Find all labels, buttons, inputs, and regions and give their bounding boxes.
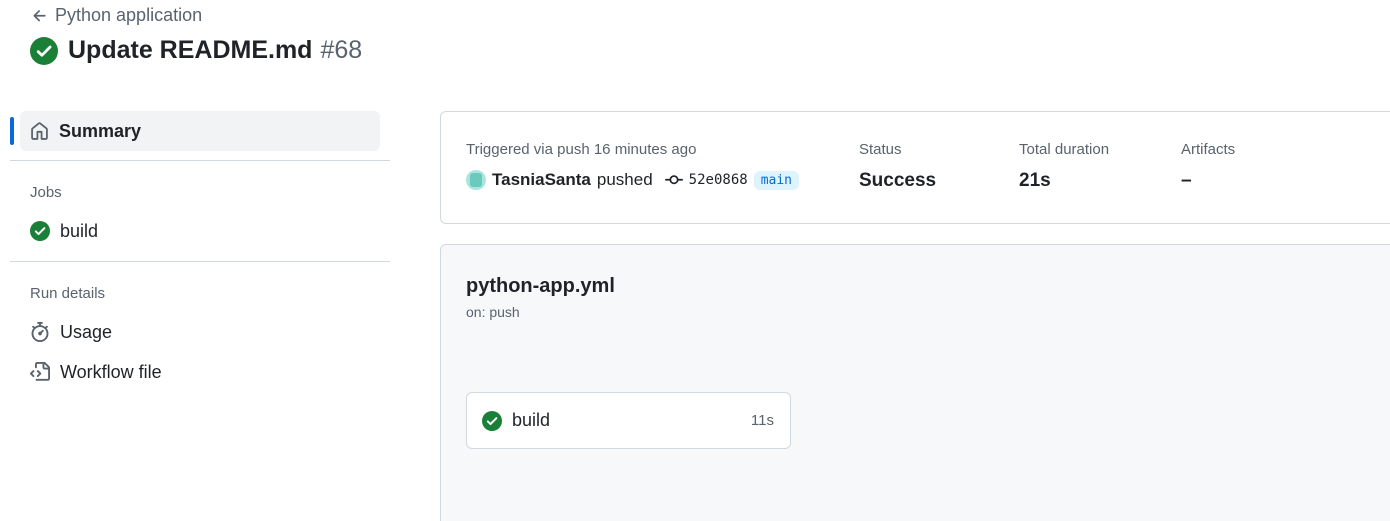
commit-sha-link[interactable]: 52e0868 <box>689 172 748 188</box>
file-code-icon <box>30 362 50 381</box>
push-info: TasniaSanta pushed 52e0868 main <box>466 170 799 190</box>
run-title: Update README.md <box>68 36 313 64</box>
run-number: #68 <box>320 36 363 64</box>
sidebar-item-label: Summary <box>59 120 142 141</box>
user-link[interactable]: TasniaSanta <box>492 170 591 190</box>
sidebar-divider <box>10 160 390 161</box>
sidebar-item-usage[interactable]: Usage <box>10 312 390 352</box>
avatar[interactable] <box>466 170 486 190</box>
sidebar-divider <box>10 261 390 262</box>
git-commit-icon <box>664 175 683 185</box>
arrow-left-icon <box>33 9 46 21</box>
check-circle-icon <box>30 36 58 65</box>
back-to-workflow-link[interactable]: Python application <box>31 5 202 26</box>
duration-label: Total duration <box>1019 141 1110 158</box>
workflow-graph-panel: python-app.yml on: push build 11s <box>440 244 1390 521</box>
home-icon <box>31 121 48 140</box>
push-action: pushed <box>596 170 653 189</box>
job-name: build <box>512 410 551 430</box>
sidebar-item-summary[interactable]: Summary <box>10 111 380 151</box>
status-label: Status <box>859 141 902 158</box>
check-circle-icon <box>482 410 502 431</box>
active-indicator <box>10 117 14 145</box>
sidebar-item-label: Workflow file <box>60 361 162 382</box>
workflow-file-name: python-app.yml <box>466 275 615 297</box>
sidebar-item-build-job[interactable]: build <box>10 211 390 251</box>
sidebar-item-workflow-file[interactable]: Workflow file <box>10 352 390 392</box>
job-duration: 11s <box>750 412 774 429</box>
sidebar-job-label: build <box>60 220 99 241</box>
run-sidebar: Summary Jobs build Run details Usage Wor… <box>10 111 390 392</box>
back-link-label: Python application <box>55 5 203 25</box>
run-title-row: Update README.md #68 <box>30 36 362 65</box>
job-card-build[interactable]: build 11s <box>466 392 791 449</box>
check-circle-icon <box>30 221 50 241</box>
artifacts-value: – <box>1181 170 1192 191</box>
duration-value: 21s <box>1019 170 1051 191</box>
page-title: Update README.md #68 <box>68 36 362 65</box>
status-value: Success <box>859 170 937 191</box>
trigger-text: Triggered via push 16 minutes ago <box>466 141 697 158</box>
stopwatch-icon <box>31 322 49 342</box>
run-details-section-title: Run details <box>30 285 106 302</box>
branch-badge[interactable]: main <box>753 170 799 190</box>
artifacts-label: Artifacts <box>1181 141 1236 158</box>
workflow-trigger: on: push <box>466 304 520 320</box>
sidebar-item-label: Usage <box>60 321 113 342</box>
jobs-section-title: Jobs <box>30 184 62 201</box>
run-summary-card: Triggered via push 16 minutes ago Tasnia… <box>440 111 1390 224</box>
